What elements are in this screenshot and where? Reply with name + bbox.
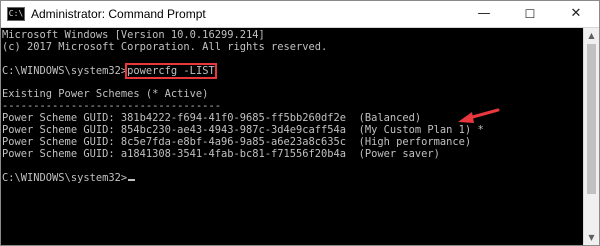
scheme-guid: 854bc230-ae43-4943-987c-3d4e9caff54a bbox=[120, 124, 347, 137]
prompt-text: C:\WINDOWS\system32> bbox=[2, 64, 128, 77]
scheme-name: (High performance) bbox=[346, 136, 472, 149]
close-button[interactable]: ✕ bbox=[553, 1, 599, 27]
text-cursor bbox=[128, 178, 136, 181]
scheme-name: (Power saver) bbox=[346, 147, 440, 160]
vertical-scrollbar[interactable]: ▲ ▼ bbox=[583, 28, 599, 245]
maximize-button[interactable]: ☐ bbox=[507, 1, 553, 27]
scheme-row: Power Scheme GUID: a1841308-3541-4fab-bc… bbox=[2, 147, 584, 161]
scheme-label: Power Scheme GUID: bbox=[2, 112, 121, 125]
scroll-down-icon[interactable]: ▼ bbox=[584, 230, 599, 245]
scheme-guid: 8c5e7fda-e8bf-4a96-9a85-a6e23a8c635c bbox=[120, 136, 347, 149]
minimize-button[interactable]: — bbox=[461, 1, 507, 27]
scheme-label: Power Scheme GUID: bbox=[2, 136, 121, 149]
scroll-up-icon[interactable]: ▲ bbox=[584, 28, 599, 43]
console-output[interactable]: Microsoft Windows [Version 10.0.16299.21… bbox=[1, 28, 584, 245]
scheme-guid: 381b4222-f694-41f0-9685-ff5bb260df2e bbox=[120, 112, 347, 125]
scheme-label: Power Scheme GUID: bbox=[2, 124, 121, 137]
command-line: C:\WINDOWS\system32>powercfg -LIST bbox=[2, 62, 584, 79]
copyright-line: (c) 2017 Microsoft Corporation. All righ… bbox=[2, 40, 328, 53]
scheme-label: Power Scheme GUID: bbox=[2, 147, 121, 160]
command-prompt-window: C:\ Administrator: Command Prompt — ☐ ✕ … bbox=[0, 0, 600, 246]
cmd-app-icon[interactable]: C:\ bbox=[7, 7, 25, 21]
final-prompt: C:\WINDOWS\system32> bbox=[2, 171, 128, 184]
final-prompt-line: C:\WINDOWS\system32> bbox=[2, 171, 584, 185]
scrollbar-thumb[interactable] bbox=[587, 44, 596, 194]
highlighted-command: powercfg -LIST bbox=[125, 62, 217, 79]
window-title: Administrator: Command Prompt bbox=[31, 7, 206, 21]
title-bar[interactable]: C:\ Administrator: Command Prompt — ☐ ✕ bbox=[1, 1, 599, 28]
scheme-name: (Balanced) bbox=[346, 112, 422, 125]
scheme-name: (My Custom Plan 1) * bbox=[346, 124, 484, 137]
scheme-guid: a1841308-3541-4fab-bc81-f71556f20b4a bbox=[120, 147, 347, 160]
